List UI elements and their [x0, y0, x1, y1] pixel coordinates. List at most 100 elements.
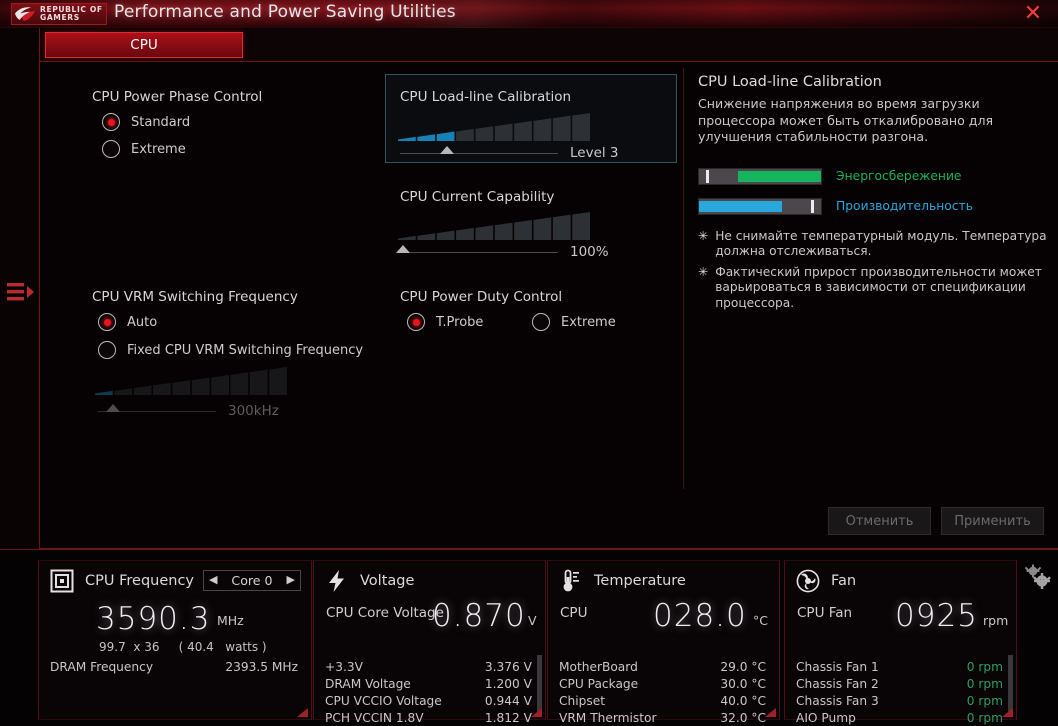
- list-item: CPU VCCIO Voltage 0.944 V: [325, 693, 532, 710]
- row-value: 40.0 °C: [720, 694, 766, 708]
- temperature-big-label: CPU: [560, 605, 588, 621]
- llc-wedge-bar[interactable]: [398, 111, 590, 141]
- tab-cpu[interactable]: CPU: [45, 32, 243, 58]
- cpu-core-voltage-unit: V: [528, 613, 537, 628]
- duty-control-label: CPU Power Duty Control: [400, 289, 563, 305]
- list-item: Chassis Fan 3 0 rpm: [796, 693, 1003, 710]
- close-icon[interactable]: ✕: [1016, 1, 1050, 27]
- rog-wordmark: REPUBLIC OF GAMERS: [40, 4, 103, 22]
- core-selector-value: Core 0: [231, 573, 273, 588]
- radio-indicator-off: [102, 140, 120, 158]
- slider-thumb[interactable]: [396, 244, 411, 253]
- monitor-bar: CPU Frequency ◀ Core 0 ▶ 3590.3 MHz 99.7…: [0, 549, 1058, 726]
- cpu-frequency-value: 3590.3: [96, 601, 211, 637]
- bolt-icon: [325, 569, 349, 593]
- cpu-temperature-unit: °C: [753, 613, 768, 628]
- left-rail: [0, 28, 40, 549]
- radio-label: Standard: [131, 114, 191, 130]
- row-value: 30.0 °C: [720, 677, 766, 691]
- llc-label: CPU Load-line Calibration: [400, 89, 572, 105]
- chevron-left-icon[interactable]: ◀: [209, 575, 217, 586]
- meter-row-power-saving: Энергосбережение: [698, 167, 1048, 185]
- voltage-scrollbar[interactable]: [537, 655, 542, 715]
- chevron-right-icon[interactable]: ▶: [287, 575, 295, 586]
- meter-marker: [811, 199, 815, 213]
- llc-slider[interactable]: Level 3: [400, 145, 650, 161]
- row-value: 32.0 °C: [720, 711, 766, 725]
- vrm-frequency-wedge-bar[interactable]: [95, 365, 287, 395]
- row-label: VRM Thermistor: [559, 711, 657, 725]
- radio-label: T.Probe: [436, 314, 484, 330]
- title-bar: REPUBLIC OF GAMERS Performance and Power…: [0, 0, 1058, 28]
- radio-indicator-off: [98, 341, 116, 359]
- cpu-fan-value: 0925: [895, 598, 978, 634]
- row-value: 29.0 °C: [720, 660, 766, 674]
- rog-logo: REPUBLIC OF GAMERS: [11, 3, 107, 25]
- cancel-button[interactable]: Отменить: [828, 507, 931, 535]
- meter-marker: [706, 169, 710, 183]
- radio-duty-extreme[interactable]: Extreme: [532, 313, 616, 331]
- row-label: PCH VCCIN 1.8V: [325, 711, 424, 725]
- row-label: MotherBoard: [559, 660, 638, 674]
- row-value: 0.944 V: [484, 694, 532, 708]
- row-label: Chassis Fan 3: [796, 694, 879, 708]
- list-item: Chassis Fan 2 0 rpm: [796, 676, 1003, 693]
- vrm-switching-label: CPU VRM Switching Frequency: [92, 289, 298, 305]
- radio-label: Extreme: [131, 141, 186, 157]
- meter-fill: [738, 170, 821, 182]
- radio-label: Fixed CPU VRM Switching Frequency: [127, 342, 364, 358]
- power-saving-meter: [698, 167, 822, 185]
- star-icon: ✳: [698, 228, 709, 243]
- list-item: +3.3V 3.376 V: [325, 659, 532, 676]
- row-value: 2393.5 MHz: [225, 660, 298, 674]
- main-content: CPU Power Phase Control Standard Extreme…: [40, 61, 1058, 549]
- meter-row-performance: Производительность: [698, 197, 1048, 215]
- radio-vrm-fixed[interactable]: Fixed CPU VRM Switching Frequency: [98, 341, 363, 359]
- vrm-frequency-slider[interactable]: 300kHz: [98, 403, 328, 419]
- help-title: CPU Load-line Calibration: [698, 74, 882, 90]
- row-label: Chassis Fan 1: [796, 660, 879, 674]
- action-buttons: Отменить Применить: [828, 507, 1044, 535]
- row-label: AIO Pump: [796, 711, 856, 725]
- slider-thumb[interactable]: [106, 403, 121, 412]
- current-capability-slider[interactable]: 100%: [396, 244, 650, 260]
- row-label: DRAM Frequency: [50, 660, 154, 674]
- monitor-rows: +3.3V 3.376 V DRAM Voltage 1.200 V CPU V…: [325, 659, 532, 726]
- monitor-header: Voltage: [325, 569, 414, 593]
- list-item: DRAM Voltage 1.200 V: [325, 676, 532, 693]
- fan-big-label: CPU Fan: [797, 605, 853, 621]
- gears-icon[interactable]: [1023, 562, 1053, 592]
- radio-duty-tprobe[interactable]: T.Probe: [407, 313, 483, 331]
- row-label: CPU VCCIO Voltage: [325, 694, 442, 708]
- list-item: AIO Pump 0 rpm: [796, 710, 1003, 726]
- current-capability-wedge-bar[interactable]: [398, 210, 590, 240]
- page-title: Performance and Power Saving Utilities: [114, 2, 456, 22]
- cpu-frequency-subline: 99.7 x 36 ( 40.4 watts ): [99, 640, 267, 654]
- radio-power-phase-extreme[interactable]: Extreme: [102, 140, 186, 158]
- radio-indicator-on: [407, 313, 425, 331]
- meter-fill: [699, 200, 782, 212]
- rog-eye-icon: [15, 7, 35, 21]
- radio-power-phase-standard[interactable]: Standard: [102, 113, 190, 131]
- monitor-title: Temperature: [594, 573, 686, 589]
- current-capability-label: CPU Current Capability: [400, 189, 555, 205]
- tab-strip: CPU: [40, 28, 1058, 61]
- apply-button[interactable]: Применить: [941, 507, 1044, 535]
- monitor-rows: MotherBoard 29.0 °C CPU Package 30.0 °C …: [559, 659, 766, 726]
- row-label: Chipset: [559, 694, 605, 708]
- vrm-frequency-value: 300kHz: [228, 403, 279, 419]
- monitor-title: Fan: [831, 573, 857, 589]
- help-note-text: Не снимайте температурный модуль. Темпер…: [715, 228, 1047, 259]
- slider-thumb[interactable]: [440, 145, 455, 154]
- radio-indicator-off: [532, 313, 550, 331]
- row-value: 1.812 V: [484, 711, 532, 725]
- radio-label: Auto: [127, 314, 158, 330]
- monitor-voltage: Voltage CPU Core Voltage 0.870 V +3.3V 3…: [313, 560, 546, 725]
- menu-expand-icon[interactable]: [7, 280, 35, 304]
- core-selector[interactable]: ◀ Core 0 ▶: [203, 570, 301, 591]
- monitor-cpu-frequency: CPU Frequency ◀ Core 0 ▶ 3590.3 MHz 99.7…: [38, 560, 312, 720]
- performance-meter: [698, 197, 822, 215]
- radio-vrm-auto[interactable]: Auto: [98, 313, 157, 331]
- fan-scrollbar[interactable]: [1008, 655, 1013, 715]
- list-item: PCH VCCIN 1.8V 1.812 V: [325, 710, 532, 726]
